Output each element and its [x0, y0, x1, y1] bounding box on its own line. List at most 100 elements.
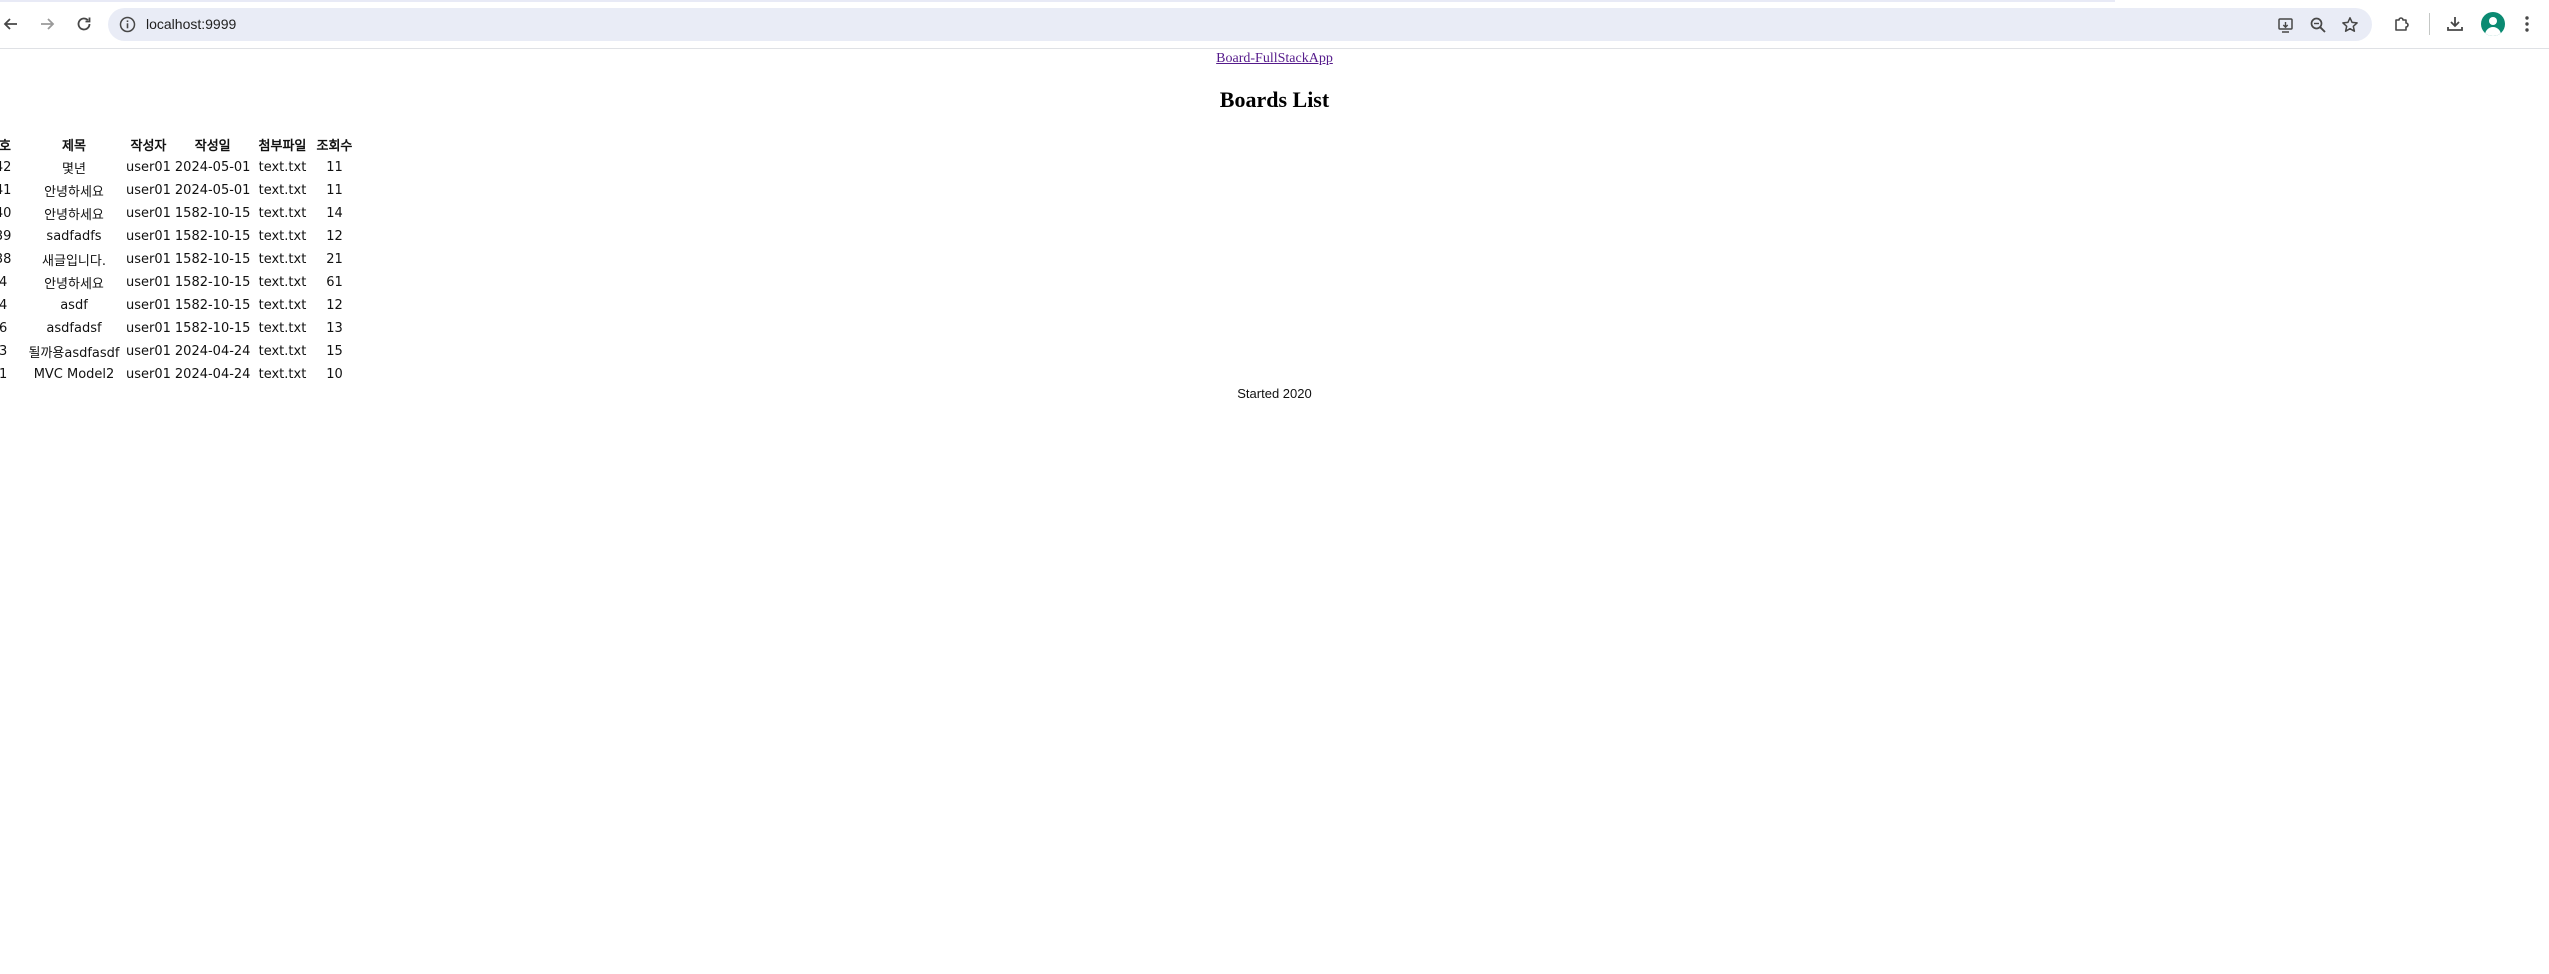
info-icon[interactable]	[118, 15, 137, 34]
cell-number: 56	[0, 321, 8, 336]
back-button[interactable]	[0, 9, 26, 39]
cell-date: 1582-10-15	[174, 321, 251, 336]
table-row[interactable]: 11 MVC Model2 user01 2024-04-24 text.txt…	[0, 363, 356, 386]
table-row[interactable]: 138 새글입니다. user01 1582-10-15 text.txt 21	[0, 248, 356, 271]
reload-button[interactable]	[69, 9, 99, 39]
cell-date: 1582-10-15	[174, 252, 251, 267]
cell-title[interactable]: asdf	[24, 294, 124, 317]
cell-title[interactable]: MVC Model2	[24, 363, 124, 386]
install-app-icon[interactable]	[2277, 16, 2295, 34]
boards-table: 번호 제목 작성자 작성일 첨부파일 조회수 142 몇년 user01 202…	[0, 133, 356, 386]
cell-title[interactable]: 안녕하세요	[24, 202, 124, 225]
table-row[interactable]: 142 몇년 user01 2024-05-01 text.txt 11	[0, 156, 356, 179]
cell-number: 142	[0, 160, 12, 175]
cell-date: 1582-10-15	[174, 206, 251, 221]
table-row[interactable]: 74 asdf user01 1582-10-15 text.txt 12	[0, 294, 356, 317]
cell-number: 138	[0, 252, 12, 267]
cell-views: 12	[326, 298, 343, 313]
cell-title[interactable]: 안녕하세요	[24, 179, 124, 202]
reload-icon	[77, 17, 91, 31]
cell-number: 141	[0, 183, 12, 198]
cell-title[interactable]: sadfadfs	[24, 225, 124, 248]
table-row[interactable]: 139 sadfadfs user01 1582-10-15 text.txt …	[0, 225, 356, 248]
download-icon	[2447, 17, 2463, 31]
page-footer: Started 2020	[1237, 386, 1312, 401]
cell-title[interactable]: asdfadsf	[24, 317, 124, 340]
cell-number: 11	[0, 367, 8, 382]
arrow-right-icon	[41, 18, 55, 30]
header-title: 제목	[62, 139, 86, 154]
app-home-link[interactable]: Board-FullStackApp	[1216, 51, 1333, 66]
page-title: Boards List	[1219, 87, 1330, 112]
cell-attachment[interactable]: text.txt	[252, 202, 312, 225]
cell-views: 13	[326, 321, 343, 336]
url-text[interactable]: localhost:9999	[146, 16, 236, 32]
avatar-body	[2485, 27, 2501, 36]
arrow-left-icon	[3, 18, 17, 30]
cell-views: 15	[326, 344, 343, 359]
cell-writer: user01	[126, 252, 171, 267]
cell-date: 2024-05-01	[174, 183, 251, 198]
kebab-menu-icon	[2525, 16, 2529, 32]
cell-attachment[interactable]: text.txt	[252, 156, 312, 179]
cell-writer: user01	[126, 160, 171, 175]
cell-views: 11	[326, 160, 343, 175]
cell-title[interactable]: 새글입니다.	[24, 248, 124, 271]
cell-views: 61	[326, 275, 343, 290]
cell-writer: user01	[126, 344, 171, 359]
table-row[interactable]: 23 될까용asdfasdf user01 2024-04-24 text.tx…	[0, 340, 356, 363]
cell-number: 94	[0, 275, 8, 290]
cell-writer: user01	[126, 298, 171, 313]
header-number: 번호	[0, 139, 11, 154]
cell-views: 12	[326, 229, 343, 244]
menu-button[interactable]	[2516, 13, 2538, 35]
cell-writer: user01	[126, 229, 171, 244]
cell-writer: user01	[126, 206, 171, 221]
cell-date: 1582-10-15	[174, 275, 251, 290]
cell-views: 11	[326, 183, 343, 198]
cell-attachment[interactable]: text.txt	[252, 317, 312, 340]
cell-writer: user01	[126, 321, 171, 336]
table-row[interactable]: 140 안녕하세요 user01 1582-10-15 text.txt 14	[0, 202, 356, 225]
cell-views: 14	[326, 206, 343, 221]
cell-attachment[interactable]: text.txt	[252, 225, 312, 248]
cell-number: 74	[0, 298, 8, 313]
cell-attachment[interactable]: text.txt	[252, 248, 312, 271]
star-icon[interactable]	[2341, 16, 2359, 34]
header-writer: 작성자	[130, 139, 167, 154]
table-row[interactable]: 94 안녕하세요 user01 1582-10-15 text.txt 61	[0, 271, 356, 294]
table-row[interactable]: 141 안녕하세요 user01 2024-05-01 text.txt 11	[0, 179, 356, 202]
table-header-row: 번호 제목 작성자 작성일 첨부파일 조회수	[0, 133, 356, 156]
zoom-icon[interactable]	[2309, 16, 2327, 34]
address-bar[interactable]: localhost:9999	[108, 8, 2372, 41]
toolbar-divider	[2429, 13, 2430, 35]
cell-date: 2024-05-01	[174, 160, 251, 175]
cell-title[interactable]: 될까용asdfasdf	[24, 340, 124, 363]
table-row[interactable]: 56 asdfadsf user01 1582-10-15 text.txt 1…	[0, 317, 356, 340]
cell-views: 21	[326, 252, 343, 267]
browser-toolbar: localhost:9999	[0, 0, 2549, 49]
header-date: 작성일	[194, 139, 231, 154]
cell-number: 23	[0, 344, 8, 359]
header-views: 조회수	[316, 139, 353, 154]
downloads-button[interactable]	[2444, 13, 2466, 35]
cell-title[interactable]: 안녕하세요	[24, 271, 124, 294]
cell-attachment[interactable]: text.txt	[252, 179, 312, 202]
cell-views: 10	[326, 367, 343, 382]
cell-attachment[interactable]: text.txt	[252, 294, 312, 317]
cell-attachment[interactable]: text.txt	[252, 363, 312, 386]
forward-button[interactable]	[32, 9, 62, 39]
cell-number: 140	[0, 206, 12, 221]
avatar[interactable]	[2481, 12, 2505, 36]
extensions-button[interactable]	[2391, 13, 2413, 35]
cell-writer: user01	[126, 367, 171, 382]
cell-date: 1582-10-15	[174, 298, 251, 313]
cell-date: 2024-04-24	[174, 344, 251, 359]
cell-attachment[interactable]: text.txt	[252, 340, 312, 363]
cell-writer: user01	[126, 275, 171, 290]
header-attachment: 첨부파일	[258, 139, 307, 154]
cell-number: 139	[0, 229, 12, 244]
cell-title[interactable]: 몇년	[24, 156, 124, 179]
cell-attachment[interactable]: text.txt	[252, 271, 312, 294]
puzzle-icon	[2395, 17, 2409, 31]
